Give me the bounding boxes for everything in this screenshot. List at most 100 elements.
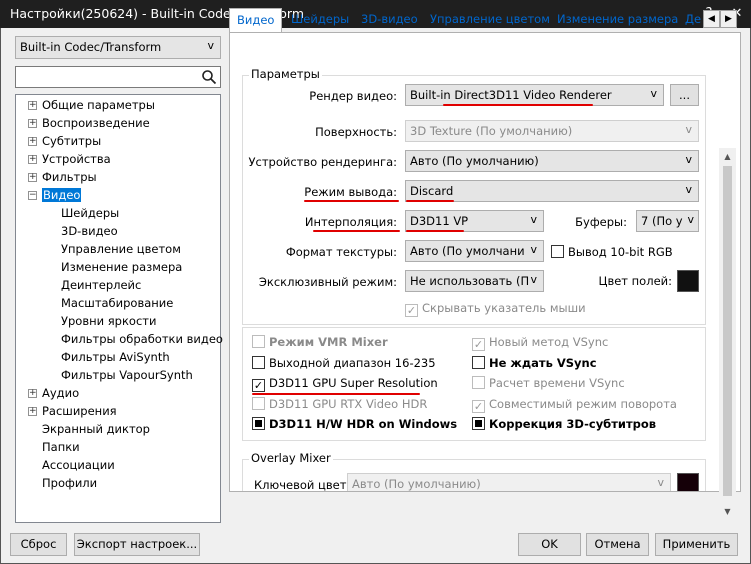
tree-item[interactable]: Уровни яркости [61,314,156,328]
tree-item[interactable]: Масштабирование [61,296,173,310]
tree-item-label: Управление цветом [61,242,181,256]
chevron-down-icon: v [685,183,692,196]
option-label: D3D11 H/W HDR on Windows [269,417,458,431]
exclusive-mode-value: Не использовать (П [410,274,530,288]
tree-item[interactable]: Профили [42,476,97,490]
device-combo[interactable]: Авто (По умолчанию) v [405,150,699,172]
category-combo[interactable]: Built-in Codec/Transform v [15,36,221,59]
checkbox-box [472,417,485,430]
tab-3d-video[interactable]: 3D-видео [361,12,418,26]
hide-cursor-label: Скрывать указатель мыши [422,301,586,315]
tree-item-label: Фильтры обработки видео [61,332,223,346]
tab-resize[interactable]: Изменение размера [557,12,678,26]
tree-item[interactable]: Изменение размера [61,260,182,274]
tree-item[interactable]: Шейдеры [61,206,119,220]
surface-combo[interactable]: 3D Texture (По умолчанию) v [405,120,699,142]
ok-button[interactable]: OK [518,533,581,556]
expand-icon[interactable]: + [28,155,37,164]
option-checkbox[interactable]: Режим VMR Mixer [252,335,388,349]
device-label: Устройство рендеринга: [248,155,397,169]
option-checkbox[interactable]: Выходной диапазон 16-235 [252,355,436,370]
output-10bit-checkbox[interactable]: Вывод 10-bit RGB [551,245,673,259]
tree-item[interactable]: Субтитры [42,134,101,148]
tree-item[interactable]: Экранный диктор [42,422,150,436]
output-mode-label: Режим вывода: [304,185,397,199]
tree-item[interactable]: Устройства [42,152,111,166]
tab-color-management[interactable]: Управление цветом [430,12,550,26]
tree-item[interactable]: Общие параметры [42,98,155,112]
collapse-icon[interactable]: − [28,191,37,200]
option-checkbox[interactable]: D3D11 H/W HDR on Windows [252,417,457,431]
tree-item-label: Общие параметры [42,98,155,112]
tree-item[interactable]: Ассоциации [42,458,115,472]
tab-scroll-right-icon[interactable]: ▶ [720,10,737,28]
hide-cursor-checkbox[interactable]: ✓ Скрывать указатель мыши [405,301,586,317]
expand-icon[interactable]: + [28,101,37,110]
key-color-swatch[interactable] [677,473,699,491]
renderer-value: Built-in Direct3D11 Video Renderer [410,88,612,102]
option-checkbox[interactable]: D3D11 GPU RTX Video HDR [252,396,427,411]
option-checkbox[interactable]: Расчет времени VSync [472,376,625,390]
tree-item[interactable]: Расширения [42,404,117,418]
option-checkbox[interactable]: Не ждать VSync [472,355,597,370]
tree-item[interactable]: Фильтры обработки видео [61,332,223,346]
super-resolution-underline [252,393,420,395]
key-color-combo[interactable]: Авто (По умолчанию) v [347,473,671,491]
expand-icon[interactable]: + [28,389,37,398]
option-label: Совместимый режим поворота [489,396,677,411]
option-checkbox[interactable]: ✓ D3D11 GPU Super Resolution [252,376,438,392]
buffers-combo[interactable]: 7 (По у v [636,210,699,232]
tree-item[interactable]: Аудио [42,386,79,400]
chevron-down-icon: v [530,273,537,286]
tab-scroll-left-icon[interactable]: ◀ [703,10,720,28]
expand-icon[interactable]: + [28,173,37,182]
tree-item[interactable]: 3D-видео [61,224,118,238]
option-checkbox[interactable]: Коррекция 3D-субтитров [472,417,656,431]
tree-item[interactable]: Управление цветом [61,242,181,256]
exclusive-mode-combo[interactable]: Не использовать (П v [405,270,544,292]
settings-tree[interactable]: Общие параметры + Воспроизведение + Субтитры… [15,94,223,523]
option-label: Выходной диапазон 16-235 [269,355,436,370]
tab-video[interactable]: Видео [229,8,283,33]
search-input[interactable] [15,66,221,88]
texture-format-combo[interactable]: Авто (По умолчани v [405,240,544,262]
chevron-down-icon: v [685,153,692,166]
key-color-label: Ключевой цвет: [254,478,351,492]
cancel-button[interactable]: Отмена [586,533,649,556]
apply-button[interactable]: Применить [655,533,738,556]
tree-item-label: Экранный диктор [42,422,150,436]
scroll-up-icon[interactable]: ▲ [719,148,736,165]
tree-item-label: Фильтры [42,170,97,184]
tree-item[interactable]: Воспроизведение [42,116,150,130]
output-mode-combo[interactable]: Discard v [405,180,699,202]
reset-button[interactable]: Сброс [10,533,67,556]
tree-item[interactable]: Видео [42,188,82,202]
chevron-down-icon: v [650,87,657,100]
tree-item[interactable]: Фильтры [42,170,97,184]
export-settings-button[interactable]: Экспорт настроек... [74,533,200,556]
tree-item[interactable]: Фильтры AviSynth [61,350,170,364]
renderer-combo[interactable]: Built-in Direct3D11 Video Renderer v [405,84,664,106]
renderer-label: Рендер видео: [309,89,397,103]
scroll-down-icon[interactable]: ▼ [719,503,736,520]
expand-icon[interactable]: + [28,119,37,128]
expand-icon[interactable]: + [28,137,37,146]
expand-icon[interactable]: + [28,407,37,416]
option-checkbox[interactable]: ✓ Новый метод VSync [472,335,608,351]
border-color-swatch[interactable] [677,270,699,292]
option-checkbox[interactable]: ✓ Совместимый режим поворота [472,397,677,413]
checkbox-box [551,245,564,258]
panel-scrollbar[interactable]: ▲ ▼ [719,148,736,520]
tree-item-label: Фильтры VapourSynth [61,368,193,382]
tree-item[interactable]: Папки [42,440,80,454]
chevron-down-icon: v [685,123,692,136]
tree-item[interactable]: Фильтры VapourSynth [61,368,193,382]
device-value: Авто (По умолчанию) [410,154,539,168]
tab-shaders[interactable]: Шейдеры [291,12,349,26]
renderer-more-button[interactable]: ... [670,84,699,106]
tree-item[interactable]: Деинтерлейс [61,278,141,292]
renderer-underline [443,104,593,106]
tab-more[interactable]: Де [685,12,701,26]
scroll-thumb[interactable] [723,166,732,496]
interpolation-combo[interactable]: D3D11 VP v [405,210,544,232]
